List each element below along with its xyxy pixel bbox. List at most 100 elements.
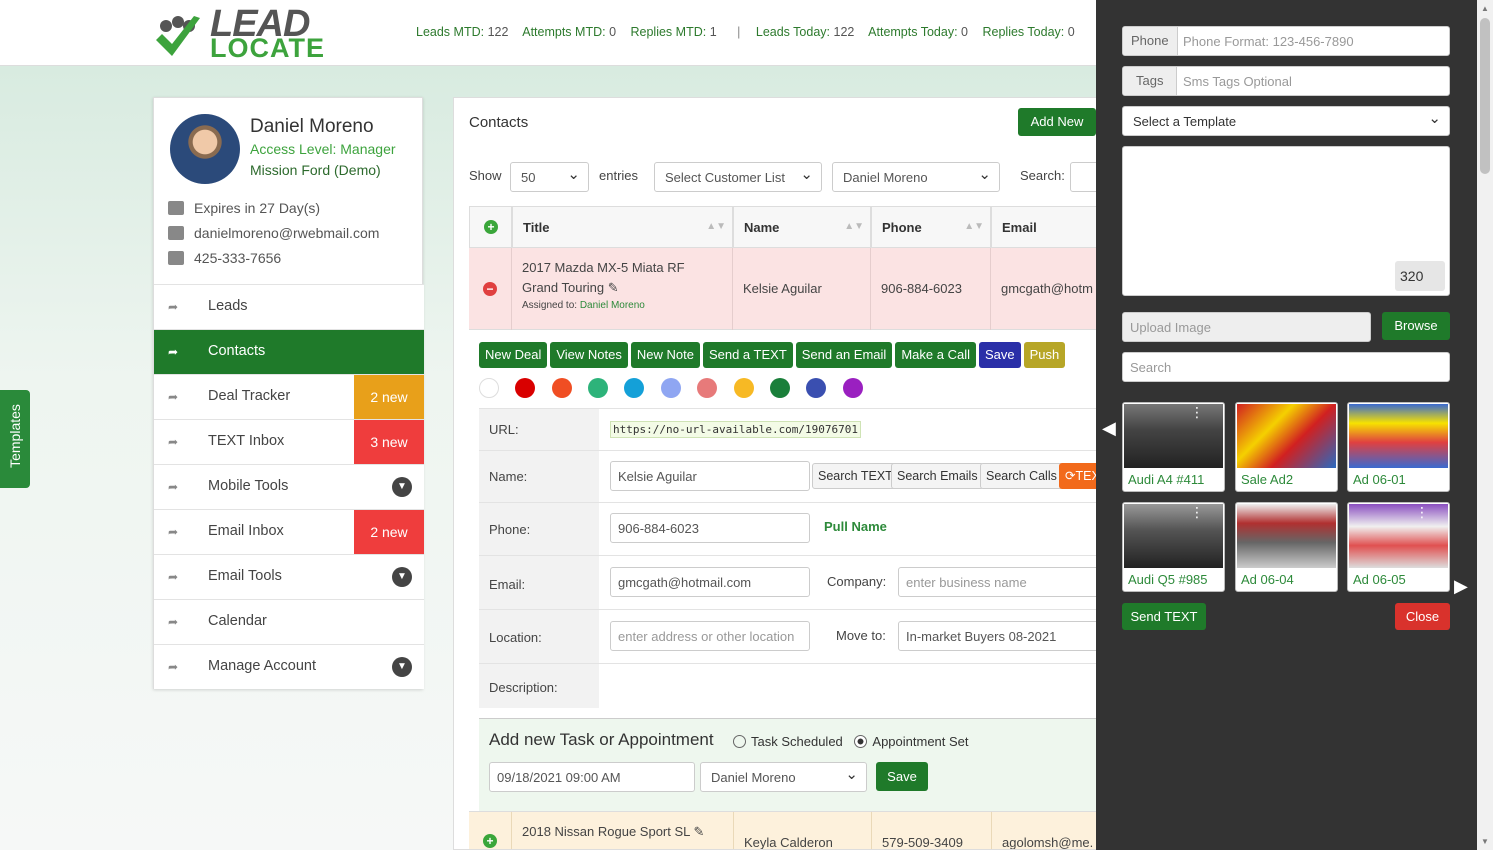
new-deal-button[interactable]: New Deal <box>479 342 548 368</box>
vehicle-title-cell[interactable]: 2018 Nissan Rogue Sport SL ✎ <box>522 824 704 840</box>
sidebar-item-contacts[interactable]: ➦ Contacts <box>154 329 424 374</box>
sidebar-item-calendar[interactable]: ➦ Calendar <box>154 599 424 644</box>
edit-icon[interactable]: ✎ <box>608 280 619 295</box>
sidebar-item-email-inbox[interactable]: ➦ Email Inbox 2 new <box>154 509 424 554</box>
vehicle-title-cell[interactable]: 2017 Mazda MX-5 Miata RF Grand Touring ✎… <box>512 248 733 330</box>
sidebar-item-deal-tracker[interactable]: ➦ Deal Tracker 2 new <box>154 374 424 419</box>
appointment-set-radio[interactable]: Appointment Set <box>854 734 969 749</box>
tags-input-group[interactable]: Tags Sms Tags Optional <box>1122 66 1450 96</box>
name-input[interactable]: Kelsie Aguilar <box>610 461 810 491</box>
template-tile[interactable]: ⋮ Audi A4 #411 <box>1122 402 1225 492</box>
appointment-save-button[interactable]: Save <box>876 762 928 791</box>
carousel-next-icon[interactable]: ▶ <box>1454 576 1468 597</box>
color-swatch-purple[interactable] <box>843 378 863 398</box>
template-tile[interactable]: Ad 06-01 <box>1347 402 1450 492</box>
phone-input-group[interactable]: Phone Phone Format: 123-456-7890 <box>1122 26 1450 56</box>
carousel-prev-icon[interactable]: ◀ <box>1102 418 1116 439</box>
kebab-menu-icon[interactable]: ⋮ <box>1190 405 1204 419</box>
minus-circle-icon[interactable]: − <box>483 282 497 296</box>
template-search-input[interactable]: Search <box>1122 352 1450 382</box>
chevron-down-icon[interactable]: ▼ <box>392 657 412 677</box>
color-swatch-salmon[interactable] <box>697 378 717 398</box>
templates-side-tab[interactable]: Templates <box>0 390 30 488</box>
entries-select[interactable]: 50 <box>510 162 589 192</box>
user-filter-select[interactable]: Daniel Moreno <box>832 162 1000 192</box>
template-tile[interactable]: ⋮ Ad 06-05 <box>1347 502 1450 592</box>
sidebar-item-mobile-tools[interactable]: ➦ Mobile Tools ▼ <box>154 464 424 509</box>
appointment-assignee-select[interactable]: Daniel Moreno <box>700 762 867 792</box>
search-calls-button[interactable]: Search Calls <box>980 463 1063 489</box>
customer-list-select[interactable]: Select Customer List <box>654 162 822 192</box>
kebab-menu-icon[interactable]: ⋮ <box>1415 505 1429 519</box>
color-swatch-orange[interactable] <box>552 378 572 398</box>
task-scheduled-radio[interactable]: Task Scheduled <box>733 734 843 749</box>
close-button[interactable]: Close <box>1395 603 1450 630</box>
pull-name-link[interactable]: Pull Name <box>824 519 887 534</box>
sidebar-item-email-tools[interactable]: ➦ Email Tools ▼ <box>154 554 424 599</box>
color-swatch-yellow[interactable] <box>734 378 754 398</box>
sidebar-item-leads[interactable]: ➦ Leads <box>154 284 424 329</box>
column-header-name[interactable]: Name ▲▼ <box>733 206 871 248</box>
search-text-button[interactable]: Search TEXT <box>812 463 899 489</box>
sidebar-item-manage-account[interactable]: ➦ Manage Account ▼ <box>154 644 424 689</box>
save-button[interactable]: Save <box>978 342 1021 368</box>
email-input[interactable]: gmcgath@hotmail.com <box>610 567 810 597</box>
search-label: Search: <box>1020 168 1065 183</box>
expand-all-header[interactable]: + <box>469 206 512 248</box>
phone-input[interactable]: 906-884-6023 <box>610 513 810 543</box>
plus-circle-icon[interactable]: + <box>483 834 497 848</box>
task-appointment-panel: Add new Task or Appointment Task Schedul… <box>479 718 1112 811</box>
template-tile[interactable]: Ad 06-04 <box>1235 502 1338 592</box>
send-text-submit-button[interactable]: Send TEXT <box>1122 603 1206 630</box>
color-swatch-teal[interactable] <box>588 378 608 398</box>
expires-info: Expires in 27 Day(s) <box>168 200 320 216</box>
column-header-email[interactable]: Email <box>991 206 1112 248</box>
template-tile[interactable]: Sale Ad2 <box>1235 402 1338 492</box>
plus-circle-icon[interactable]: + <box>484 220 498 234</box>
make-call-button[interactable]: Make a Call <box>895 342 976 368</box>
expand-cell[interactable]: + <box>469 812 512 849</box>
color-swatch-green[interactable] <box>770 378 790 398</box>
add-new-button[interactable]: Add New <box>1018 108 1096 136</box>
color-swatch-red[interactable] <box>515 378 535 398</box>
sidebar-item-text-inbox[interactable]: ➦ TEXT Inbox 3 new <box>154 419 424 464</box>
column-header-title[interactable]: Title ▲▼ <box>512 206 733 248</box>
send-email-button[interactable]: Send an Email <box>795 342 893 368</box>
browse-button[interactable]: Browse <box>1382 312 1450 340</box>
template-select[interactable]: Select a Template <box>1122 106 1450 136</box>
send-text-button[interactable]: Send a TEXT <box>702 342 793 368</box>
scroll-down-icon[interactable]: ▼ <box>1481 837 1489 846</box>
assigned-to[interactable]: Daniel Moreno <box>580 300 645 311</box>
table-row[interactable]: − 2017 Mazda MX-5 Miata RF Grand Touring… <box>469 248 1112 330</box>
sign-in-icon: ➦ <box>168 570 179 584</box>
color-swatch-indigo[interactable] <box>806 378 826 398</box>
move-to-select[interactable]: In-market Buyers 08-2021 <box>898 621 1112 651</box>
scrollbar[interactable]: ▲ ▼ <box>1477 0 1493 850</box>
search-emails-button[interactable]: Search Emails <box>891 463 984 489</box>
color-swatch-periwinkle[interactable] <box>661 378 681 398</box>
color-swatch-white[interactable] <box>479 378 499 398</box>
url-link[interactable]: https://no-url-available.com/19076701 <box>610 421 862 438</box>
chevron-down-icon[interactable]: ▼ <box>392 567 412 587</box>
template-caption: Audi Q5 #985 <box>1128 572 1208 587</box>
edit-icon[interactable]: ✎ <box>694 824 705 839</box>
appointment-datetime-input[interactable]: 09/18/2021 09:00 AM <box>489 762 695 792</box>
column-header-phone[interactable]: Phone ▲▼ <box>871 206 991 248</box>
table-row[interactable]: + 2018 Nissan Rogue Sport SL ✎ Keyla Cal… <box>469 811 1112 849</box>
view-notes-button[interactable]: View Notes <box>550 342 628 368</box>
collapse-cell[interactable]: − <box>469 248 512 330</box>
new-note-button[interactable]: New Note <box>630 342 700 368</box>
company-input[interactable]: enter business name <box>898 567 1112 597</box>
radio-checked-icon <box>854 735 868 748</box>
kebab-menu-icon[interactable]: ⋮ <box>1190 505 1204 519</box>
chevron-down-icon[interactable]: ▼ <box>392 477 412 497</box>
push-button[interactable]: Push <box>1023 342 1066 368</box>
template-tile[interactable]: ⋮ Audi Q5 #985 <box>1122 502 1225 592</box>
location-input[interactable]: enter address or other location <box>610 621 810 651</box>
scroll-up-icon[interactable]: ▲ <box>1481 4 1489 13</box>
color-swatch-blue[interactable] <box>624 378 644 398</box>
lead-locate-logo[interactable]: LEAD LOCATE <box>150 5 324 62</box>
message-textarea[interactable]: 320 <box>1122 146 1450 296</box>
scrollbar-thumb[interactable] <box>1480 18 1490 174</box>
upload-image-input[interactable]: Upload Image <box>1122 312 1371 342</box>
